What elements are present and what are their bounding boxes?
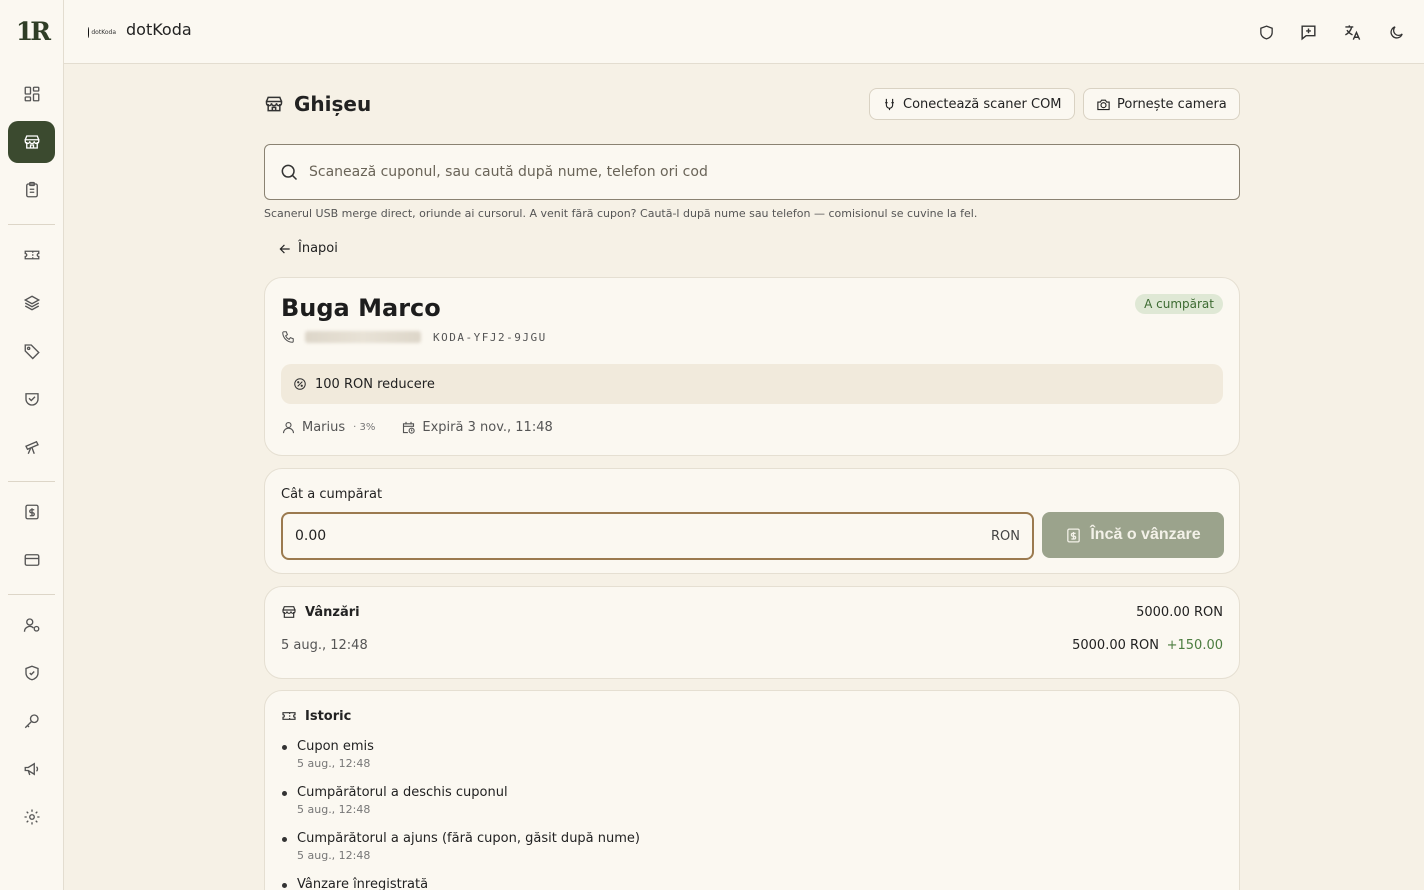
topbar: dotKoda dotKoda <box>64 0 1424 64</box>
user-icon <box>281 420 296 435</box>
layers-icon[interactable] <box>8 282 55 324</box>
gear-icon[interactable] <box>8 796 55 838</box>
page-header: Ghișeu <box>264 90 371 118</box>
credit-card-icon[interactable] <box>8 539 55 581</box>
feedback-icon[interactable] <box>1296 20 1320 44</box>
ticket-icon <box>281 708 297 724</box>
user-settings-icon[interactable] <box>8 604 55 646</box>
list-item: Cumpărătorul a deschis cuponul 5 aug., 1… <box>281 784 640 830</box>
search-input[interactable] <box>309 164 1189 180</box>
handshake-icon[interactable] <box>8 378 55 420</box>
receipt-icon[interactable] <box>8 491 55 533</box>
sidebar: 1R <box>0 0 64 890</box>
scanner-hint: Scanerul USB merge direct, oriunde ai cu… <box>264 207 978 220</box>
translate-icon[interactable] <box>1340 20 1364 44</box>
moon-icon[interactable] <box>1384 20 1408 44</box>
megaphone-icon[interactable] <box>8 748 55 790</box>
store-icon <box>264 94 284 114</box>
coupon-code: KODA-YFJ2-9JGU <box>433 330 547 344</box>
coupon-meta: Marius · 3% Expiră 3 nov., 11:48 <box>281 420 553 435</box>
history-header: Istoric <box>281 708 351 724</box>
sales-card: Vânzări 5000.00 RON 5 aug., 12:48 5000.0… <box>264 586 1240 679</box>
amount-field[interactable]: RON <box>281 512 1034 560</box>
sale-date: 5 aug., 12:48 <box>281 638 368 653</box>
expiry-date: Expiră 3 nov., 11:48 <box>422 420 553 435</box>
arrow-left-icon <box>278 242 292 256</box>
purchase-card: Cât a cumpărat RON Încă o vânzare <box>264 468 1240 574</box>
phone-icon <box>281 330 295 344</box>
list-item: Vânzare înregistrată <box>281 876 640 890</box>
dashboard-icon[interactable] <box>8 73 55 115</box>
calendar-clock-icon <box>401 420 416 435</box>
sale-amount: 5000.00 RON <box>1072 638 1159 653</box>
scanner-icon <box>882 97 897 112</box>
telescope-icon[interactable] <box>8 426 55 468</box>
customer-contact: KODA-YFJ2-9JGU <box>281 330 547 344</box>
list-item: Cupon emis 5 aug., 12:48 <box>281 738 640 784</box>
history-card: Istoric Cupon emis 5 aug., 12:48 Cumpără… <box>264 690 1240 890</box>
clipboard-icon[interactable] <box>8 169 55 211</box>
search-box[interactable] <box>264 144 1240 200</box>
search-icon <box>279 162 299 182</box>
tag-icon[interactable] <box>8 330 55 372</box>
sales-total: 5000.00 RON <box>1136 605 1223 620</box>
sale-commission: +150.00 <box>1166 638 1223 653</box>
back-link[interactable]: Înapoi <box>278 241 338 256</box>
currency-unit: RON <box>991 528 1020 544</box>
discount-box: 100 RON reducere <box>281 364 1223 404</box>
camera-icon <box>1096 97 1111 112</box>
sales-header: Vânzări <box>281 604 360 620</box>
start-camera-button[interactable]: Pornește camera <box>1083 88 1240 120</box>
agent-name: Marius <box>302 420 346 435</box>
connect-scanner-button[interactable]: Conectează scaner COM <box>869 88 1075 120</box>
amount-input[interactable] <box>295 528 895 544</box>
history-list: Cupon emis 5 aug., 12:48 Cumpărătorul a … <box>281 738 640 890</box>
discount-icon <box>293 377 307 391</box>
brand-name[interactable]: dotKoda <box>126 20 192 39</box>
add-sale-button[interactable]: Încă o vânzare <box>1042 512 1224 558</box>
shield-check-icon[interactable] <box>8 652 55 694</box>
store-icon <box>281 604 297 620</box>
page-title: Ghișeu <box>294 92 372 116</box>
purchase-label: Cât a cumpărat <box>281 487 383 502</box>
customer-name: Buga Marco <box>281 294 441 322</box>
agent-percent: · 3% <box>353 422 376 433</box>
app-logo[interactable]: 1R <box>12 16 52 48</box>
list-item: Cumpărătorul a ajuns (fără cupon, găsit … <box>281 830 640 876</box>
shield-icon[interactable] <box>1254 20 1278 44</box>
brand-logo: dotKoda <box>88 26 116 38</box>
store-icon[interactable] <box>8 121 55 163</box>
receipt-icon <box>1065 527 1082 544</box>
status-badge: A cumpărat <box>1135 294 1223 314</box>
key-icon[interactable] <box>8 700 55 742</box>
customer-card: Buga Marco A cumpărat KODA-YFJ2-9JGU 100… <box>264 277 1240 456</box>
ticket-icon[interactable] <box>8 234 55 276</box>
phone-number-redacted <box>305 331 421 343</box>
